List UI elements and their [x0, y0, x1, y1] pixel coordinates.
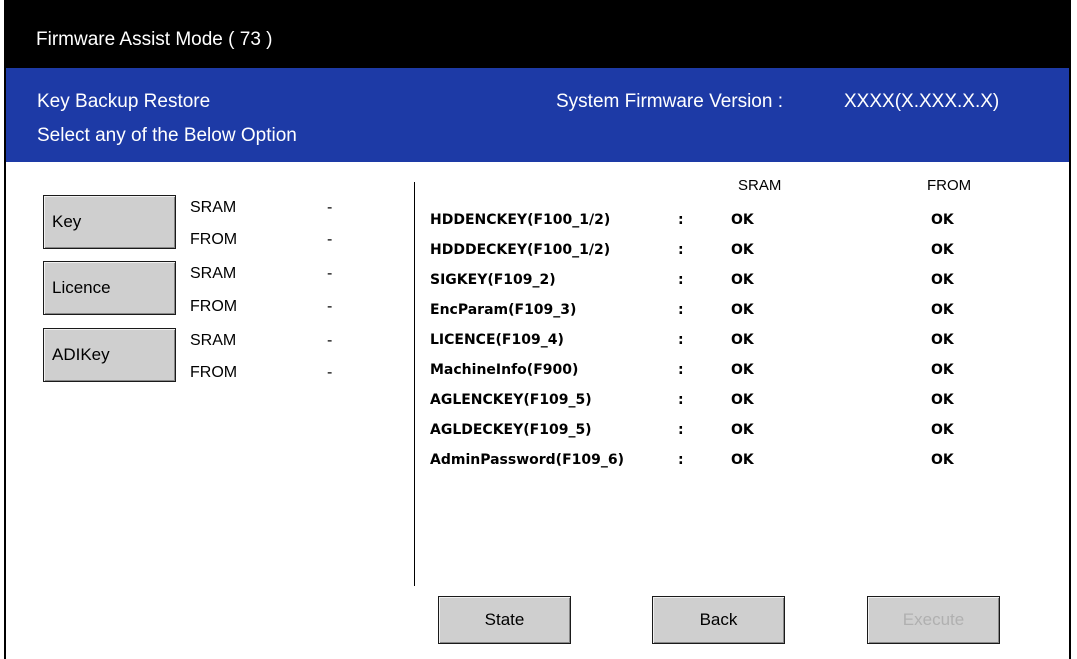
- execute-button-label: Execute: [902, 610, 965, 629]
- from-column-header: FROM: [927, 177, 972, 194]
- firmware-assist-window: Firmware Assist Mode ( 73 ) Key Backup R…: [4, 0, 1071, 659]
- table-row: EncParam(F109_3) : OK OK: [6, 302, 1069, 332]
- sram-status: OK: [731, 422, 754, 438]
- key-name: AGLDECKEY(F109_5): [430, 422, 592, 438]
- table-row: SIGKEY(F109_2) : OK OK: [6, 272, 1069, 302]
- sram-status: OK: [731, 392, 754, 408]
- key-name: HDDENCKEY(F100_1/2): [430, 212, 611, 228]
- sram-column-header: SRAM: [738, 177, 782, 194]
- from-status: OK: [931, 452, 954, 468]
- table-row: HDDENCKEY(F100_1/2) : OK OK: [6, 212, 1069, 242]
- sram-status: OK: [731, 362, 754, 378]
- from-status: OK: [931, 272, 954, 288]
- table-row: MachineInfo(F900) : OK OK: [6, 362, 1069, 392]
- sram-status: OK: [731, 332, 754, 348]
- key-name: MachineInfo(F900): [430, 362, 579, 378]
- info-panel: Key Backup Restore Select any of the Bel…: [6, 68, 1069, 162]
- sram-status: OK: [731, 452, 754, 468]
- sram-status: OK: [731, 212, 754, 228]
- table-row: AGLENCKEY(F109_5) : OK OK: [6, 392, 1069, 422]
- key-name: AGLENCKEY(F109_5): [430, 392, 592, 408]
- key-name: LICENCE(F109_4): [430, 332, 564, 348]
- state-button[interactable]: State: [438, 596, 571, 644]
- table-row: HDDDECKEY(F100_1/2) : OK OK: [6, 242, 1069, 272]
- execute-button[interactable]: Execute: [867, 596, 1000, 644]
- separator: :: [678, 242, 684, 258]
- separator: :: [678, 332, 684, 348]
- separator: :: [678, 302, 684, 318]
- sram-status: OK: [731, 272, 754, 288]
- from-status: OK: [931, 362, 954, 378]
- key-name: HDDDECKEY(F100_1/2): [430, 242, 611, 258]
- separator: :: [678, 212, 684, 228]
- key-name: AdminPassword(F109_6): [430, 452, 625, 468]
- separator: :: [678, 272, 684, 288]
- from-status: OK: [931, 212, 954, 228]
- from-status: OK: [931, 392, 954, 408]
- table-row: AGLDECKEY(F109_5) : OK OK: [6, 422, 1069, 452]
- firmware-version-value: XXXX(X.XXX.X.X): [844, 91, 1000, 112]
- sram-status: OK: [731, 302, 754, 318]
- separator: :: [678, 392, 684, 408]
- title-bar: Firmware Assist Mode ( 73 ): [6, 0, 1069, 68]
- back-button[interactable]: Back: [652, 596, 785, 644]
- state-button-label: State: [484, 610, 525, 629]
- back-button-label: Back: [699, 610, 738, 629]
- separator: :: [678, 362, 684, 378]
- separator: :: [678, 452, 684, 468]
- window-title: Firmware Assist Mode ( 73 ): [36, 29, 273, 50]
- sram-status: OK: [731, 242, 754, 258]
- table-row: AdminPassword(F109_6) : OK OK: [6, 452, 1069, 482]
- instruction-text: Select any of the Below Option: [37, 125, 297, 146]
- firmware-version-label: System Firmware Version :: [556, 91, 783, 112]
- screen-name: Key Backup Restore: [37, 91, 211, 112]
- from-status: OK: [931, 332, 954, 348]
- table-row: LICENCE(F109_4) : OK OK: [6, 332, 1069, 362]
- key-name: SIGKEY(F109_2): [430, 272, 556, 288]
- separator: :: [678, 422, 684, 438]
- from-status: OK: [931, 302, 954, 318]
- from-status: OK: [931, 422, 954, 438]
- key-name: EncParam(F109_3): [430, 302, 577, 318]
- from-status: OK: [931, 242, 954, 258]
